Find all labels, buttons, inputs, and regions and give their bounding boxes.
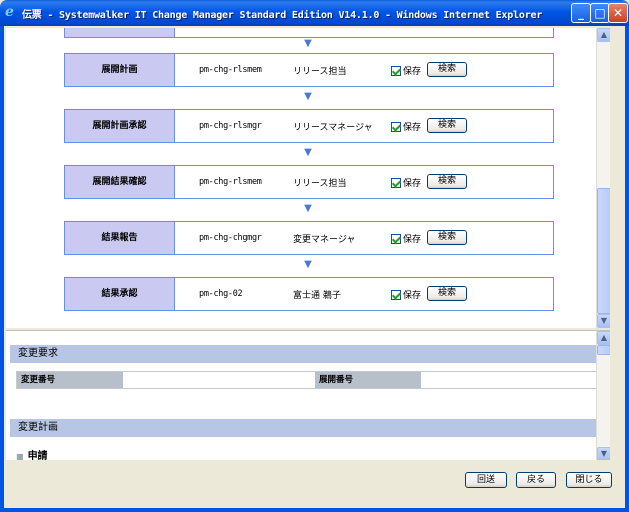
- save-checkbox[interactable]: 保存: [391, 64, 421, 77]
- workflow-step: 展開計画 pm-chg-rlsmem リリース担当 保存 検索: [64, 53, 554, 87]
- change-plan-header: 変更計画: [10, 419, 604, 437]
- title-bar: e 伝票 - Systemwalker IT Change Manager St…: [0, 0, 629, 26]
- checkbox-checked-icon[interactable]: [391, 289, 401, 300]
- save-label: 保存: [403, 291, 422, 301]
- save-checkbox[interactable]: 保存: [391, 120, 421, 133]
- flow-arrow-icon: ▼: [304, 38, 312, 49]
- step-role: pm-chg-chgmgr: [199, 233, 262, 243]
- step-person: リリース担当: [293, 67, 347, 77]
- workflow-pane: ▼ 展開計画 pm-chg-rlsmem リリース担当 保存 検索 ▼ 展開計画承認 pm-ch…: [6, 28, 610, 328]
- step-name-cell: [65, 28, 175, 37]
- step-person: リリースマネージャ: [293, 123, 373, 133]
- step-name: 結果報告: [65, 222, 175, 254]
- return-button[interactable]: 回送: [465, 472, 507, 488]
- change-info-row: 変更番号 展開番号: [16, 371, 600, 389]
- application-label: 申請: [27, 451, 48, 460]
- step-name: 展開結果確認: [65, 166, 175, 198]
- minimize-button[interactable]: _: [571, 3, 591, 23]
- step-person: 変更マネージャ: [293, 235, 356, 245]
- workflow-step: 結果報告 pm-chg-chgmgr 変更マネージャ 保存 検索: [64, 221, 554, 255]
- close-button[interactable]: 閉じる: [566, 472, 612, 488]
- window-title: 伝票 - Systemwalker IT Change Manager Stan…: [22, 10, 543, 21]
- square-bullet-icon: ■: [16, 452, 24, 460]
- flow-arrow-icon: ▼: [304, 91, 312, 102]
- flow-arrow-icon: ▼: [304, 203, 312, 214]
- scroll-up-button[interactable]: ▲: [597, 28, 610, 42]
- scroll-down-button[interactable]: ▼: [597, 314, 610, 328]
- checkbox-checked-icon[interactable]: [391, 121, 401, 132]
- save-checkbox[interactable]: 保存: [391, 232, 421, 245]
- step-name: 展開計画: [65, 54, 175, 86]
- details-scrollbar[interactable]: ▲ ▼: [596, 331, 610, 460]
- flow-arrow-icon: ▼: [304, 259, 312, 270]
- save-label: 保存: [403, 67, 422, 77]
- workflow-step: 展開計画承認 pm-chg-rlsmgr リリースマネージャ 保存 検索: [64, 109, 554, 143]
- step-name: 展開計画承認: [65, 110, 175, 142]
- details-scroll-down-button[interactable]: ▼: [597, 447, 610, 460]
- details-pane: 変更要求 変更番号 展開番号 変更計画 ■ 申請 ▲ ▼: [6, 330, 610, 460]
- workflow-step: 展開結果確認 pm-chg-rlsmem リリース担当 保存 検索: [64, 165, 554, 199]
- save-checkbox[interactable]: 保存: [391, 288, 421, 301]
- step-role: pm-chg-rlsmem: [199, 65, 262, 75]
- application-subheader: ■ 申請: [16, 447, 48, 460]
- workflow-scrollbar[interactable]: ▲ ▼: [596, 28, 610, 328]
- workflow-step-previous: [64, 28, 554, 38]
- scroll-thumb[interactable]: [597, 188, 610, 314]
- flow-arrow-icon: ▼: [304, 147, 312, 158]
- checkbox-checked-icon[interactable]: [391, 177, 401, 188]
- back-button[interactable]: 戻る: [516, 472, 556, 488]
- search-button[interactable]: 検索: [427, 118, 467, 133]
- save-checkbox[interactable]: 保存: [391, 176, 421, 189]
- close-window-button[interactable]: ✕: [608, 3, 628, 23]
- details-scroll-up-button[interactable]: ▲: [597, 331, 610, 345]
- save-label: 保存: [403, 123, 422, 133]
- workflow-step: 結果承認 pm-chg-02 富士通 鵜子 保存 検索: [64, 277, 554, 311]
- deploy-number-value: [423, 372, 599, 388]
- change-number-value: [125, 372, 315, 388]
- details-scroll-thumb[interactable]: [597, 345, 610, 355]
- step-person: リリース担当: [293, 179, 347, 189]
- checkbox-checked-icon[interactable]: [391, 65, 401, 76]
- save-label: 保存: [403, 235, 422, 245]
- search-button[interactable]: 検索: [427, 230, 467, 245]
- checkbox-checked-icon[interactable]: [391, 233, 401, 244]
- search-button[interactable]: 検索: [427, 62, 467, 77]
- step-name: 結果承認: [65, 278, 175, 310]
- ie-icon: e: [5, 4, 14, 20]
- step-person: 富士通 鵜子: [293, 291, 341, 301]
- step-role: pm-chg-rlsmgr: [199, 121, 262, 131]
- maximize-button[interactable]: □: [590, 3, 610, 23]
- step-role: pm-chg-02: [199, 289, 243, 299]
- change-request-header: 変更要求: [10, 345, 604, 363]
- change-number-label: 変更番号: [17, 372, 123, 388]
- search-button[interactable]: 検索: [427, 286, 467, 301]
- search-button[interactable]: 検索: [427, 174, 467, 189]
- deploy-number-label: 展開番号: [315, 372, 421, 388]
- step-role: pm-chg-rlsmem: [199, 177, 262, 187]
- save-label: 保存: [403, 179, 422, 189]
